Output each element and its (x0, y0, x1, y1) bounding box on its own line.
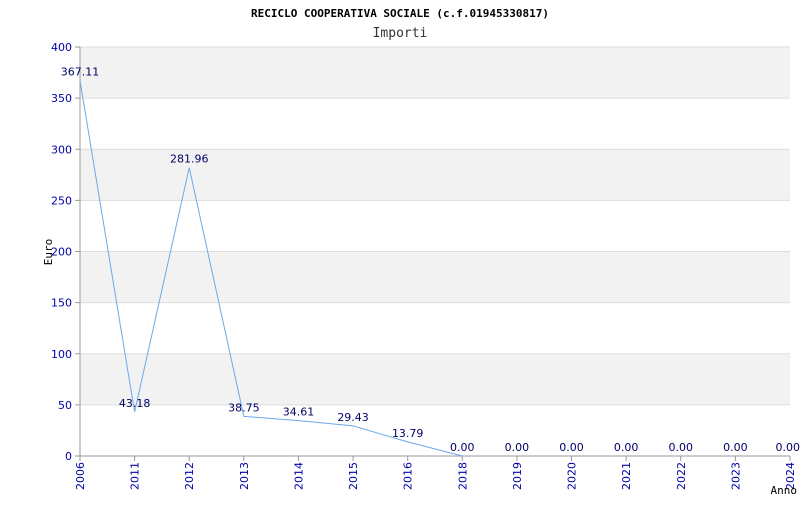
x-tick-label: 2011 (129, 462, 142, 490)
y-tick-label: 150 (51, 297, 72, 310)
x-tick-label: 2020 (566, 462, 579, 490)
data-label: 0.00 (776, 441, 800, 454)
x-tick-label: 2018 (456, 462, 469, 490)
x-tick-label: 2012 (183, 462, 196, 490)
chart: 367.11 43.18 281.96 38.75 34.61 29.43 13.79 0.0… (0, 0, 800, 500)
data-label: 29.43 (337, 411, 369, 424)
line-chart: 367.11 43.18 281.96 38.75 34.61 29.43 13.79 0.0… (0, 0, 800, 500)
data-label: 38.75 (228, 401, 260, 414)
x-tick-label: 2013 (238, 462, 251, 490)
y-tick-label: 350 (51, 92, 72, 105)
data-label: 13.79 (392, 427, 424, 440)
y-tick-label: 400 (51, 41, 72, 54)
y-tick-label: 100 (51, 348, 72, 361)
grid-band (80, 252, 790, 303)
y-tick-label: 0 (65, 450, 72, 463)
x-tick-label: 2022 (675, 462, 688, 490)
data-label: 0.00 (450, 441, 475, 454)
y-axis-title: Euro (42, 239, 55, 266)
y-tick-label: 50 (58, 399, 72, 412)
data-label: 34.61 (283, 406, 315, 419)
data-label: 0.00 (723, 441, 748, 454)
data-label: 281.96 (170, 153, 209, 166)
y-tick-label: 250 (51, 194, 72, 207)
grid-band (80, 200, 790, 251)
x-tick-label: 2023 (729, 462, 742, 490)
x-tick-label: 2014 (292, 462, 305, 490)
x-tick-label: 2021 (620, 462, 633, 490)
x-tick-label: 2015 (347, 462, 360, 490)
grid-band (80, 98, 790, 149)
data-label: 0.00 (559, 441, 584, 454)
x-tick-label: 2019 (511, 462, 524, 490)
x-axis-title: Anno (771, 484, 798, 497)
x-tick-labels: 2006 2011 2012 2013 2014 2015 2016 2018 2019 2020… (74, 462, 797, 490)
grid-band (80, 47, 790, 98)
y-tick-label: 300 (51, 143, 72, 156)
x-tick-label: 2016 (402, 462, 415, 490)
grid-band (80, 303, 790, 354)
chart-title: RECICLO COOPERATIVA SOCIALE (c.f.0194533… (251, 7, 549, 20)
data-label: 0.00 (614, 441, 639, 454)
data-label: 0.00 (505, 441, 530, 454)
grid-band (80, 354, 790, 405)
x-tick-label: 2006 (74, 462, 87, 490)
data-label: 43.18 (119, 397, 151, 410)
data-label: 0.00 (669, 441, 694, 454)
data-label: 367.11 (61, 66, 100, 79)
chart-subtitle: Importi (373, 26, 428, 41)
